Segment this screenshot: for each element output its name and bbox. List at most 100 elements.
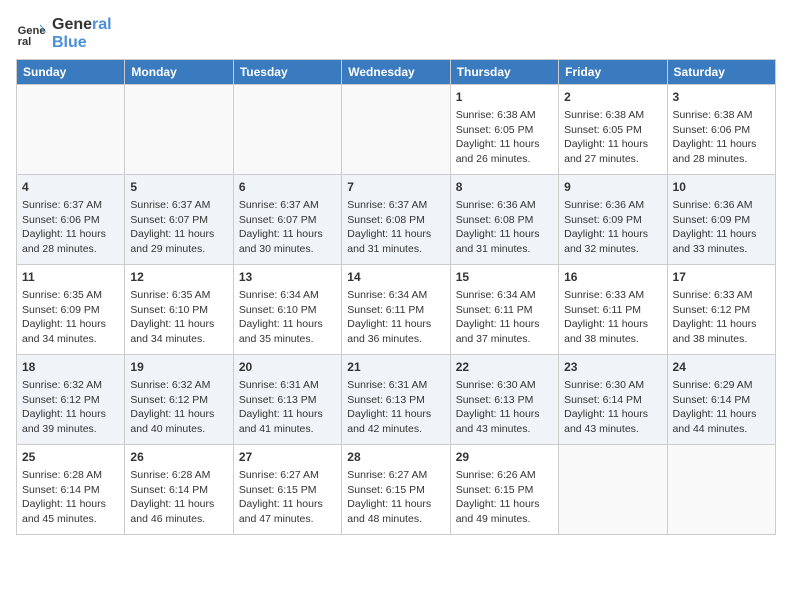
calendar-cell: 15Sunrise: 6:34 AM Sunset: 6:11 PM Dayli… [450, 265, 558, 355]
day-number: 10 [673, 179, 770, 196]
day-number: 17 [673, 269, 770, 286]
calendar-cell: 11Sunrise: 6:35 AM Sunset: 6:09 PM Dayli… [17, 265, 125, 355]
weekday-header: Monday [125, 60, 233, 85]
day-info: Sunrise: 6:36 AM Sunset: 6:08 PM Dayligh… [456, 198, 553, 257]
calendar-cell [342, 85, 450, 175]
calendar-cell: 6Sunrise: 6:37 AM Sunset: 6:07 PM Daylig… [233, 175, 341, 265]
calendar-body: 1 Sunrise: 6:38 AM Sunset: 6:05 PM Daylig… [17, 85, 776, 535]
calendar-cell: 17 Sunrise: 6:33 AM Sunset: 6:12 PM Dayli… [667, 265, 775, 355]
day-number: 28 [347, 449, 444, 466]
calendar-cell: 18 Sunrise: 6:32 AM Sunset: 6:12 PM Dayli… [17, 355, 125, 445]
day-number: 23 [564, 359, 661, 376]
calendar-cell [17, 85, 125, 175]
weekday-header: Tuesday [233, 60, 341, 85]
calendar-cell: 12 Sunrise: 6:35 AM Sunset: 6:10 PM Dayli… [125, 265, 233, 355]
day-info: Sunrise: 6:27 AM Sunset: 6:15 PM Dayligh… [239, 468, 336, 527]
day-number: 29 [456, 449, 553, 466]
day-number: 8 [456, 179, 553, 196]
day-info: Sunrise: 6:30 AM Sunset: 6:14 PM Dayligh… [564, 378, 661, 437]
day-info: Sunrise: 6:38 AM Sunset: 6:05 PM Dayligh… [564, 108, 661, 167]
logo-icon: Gene ral [16, 18, 48, 50]
day-info: Sunrise: 6:32 AM Sunset: 6:12 PM Dayligh… [22, 378, 119, 437]
day-info: Sunrise: 6:27 AM Sunset: 6:15 PM Dayligh… [347, 468, 444, 527]
day-number: 19 [130, 359, 227, 376]
calendar-cell [559, 445, 667, 535]
page-header: Gene ral General Blue [16, 16, 776, 51]
calendar-week-row: 1 Sunrise: 6:38 AM Sunset: 6:05 PM Daylig… [17, 85, 776, 175]
day-info: Sunrise: 6:37 AM Sunset: 6:07 PM Dayligh… [130, 198, 227, 257]
logo: Gene ral General Blue [16, 16, 112, 51]
day-info: Sunrise: 6:32 AM Sunset: 6:12 PM Dayligh… [130, 378, 227, 437]
day-number: 25 [22, 449, 119, 466]
day-info: Sunrise: 6:28 AM Sunset: 6:14 PM Dayligh… [22, 468, 119, 527]
calendar-week-row: 25 Sunrise: 6:28 AM Sunset: 6:14 PM Dayli… [17, 445, 776, 535]
day-number: 1 [456, 89, 553, 106]
day-number: 12 [130, 269, 227, 286]
day-number: 6 [239, 179, 336, 196]
calendar-cell [233, 85, 341, 175]
day-info: Sunrise: 6:38 AM Sunset: 6:06 PM Dayligh… [673, 108, 770, 167]
calendar-cell: 21 Sunrise: 6:31 AM Sunset: 6:13 PM Dayli… [342, 355, 450, 445]
day-info: Sunrise: 6:35 AM Sunset: 6:09 PM Dayligh… [22, 288, 119, 347]
calendar-cell: 27 Sunrise: 6:27 AM Sunset: 6:15 PM Dayli… [233, 445, 341, 535]
calendar-cell: 28 Sunrise: 6:27 AM Sunset: 6:15 PM Dayli… [342, 445, 450, 535]
day-number: 24 [673, 359, 770, 376]
day-info: Sunrise: 6:35 AM Sunset: 6:10 PM Dayligh… [130, 288, 227, 347]
calendar-cell: 20 Sunrise: 6:31 AM Sunset: 6:13 PM Dayli… [233, 355, 341, 445]
day-number: 21 [347, 359, 444, 376]
svg-text:ral: ral [18, 36, 32, 48]
calendar-cell: 10 Sunrise: 6:36 AM Sunset: 6:09 PM Dayli… [667, 175, 775, 265]
calendar-cell: 9 Sunrise: 6:36 AM Sunset: 6:09 PM Daylig… [559, 175, 667, 265]
day-number: 5 [130, 179, 227, 196]
calendar-header-row: SundayMondayTuesdayWednesdayThursdayFrid… [17, 60, 776, 85]
calendar-cell: 29 Sunrise: 6:26 AM Sunset: 6:15 PM Dayli… [450, 445, 558, 535]
calendar-cell: 14 Sunrise: 6:34 AM Sunset: 6:11 PM Dayli… [342, 265, 450, 355]
day-info: Sunrise: 6:33 AM Sunset: 6:12 PM Dayligh… [673, 288, 770, 347]
calendar-cell: 1Sunrise: 6:38 AM Sunset: 6:05 PM Daylig… [450, 85, 558, 175]
calendar-table: SundayMondayTuesdayWednesdayThursdayFrid… [16, 59, 776, 535]
calendar-cell [667, 445, 775, 535]
calendar-cell: 16Sunrise: 6:33 AM Sunset: 6:11 PM Dayli… [559, 265, 667, 355]
day-info: Sunrise: 6:29 AM Sunset: 6:14 PM Dayligh… [673, 378, 770, 437]
logo-text-line1: General [52, 16, 112, 34]
day-info: Sunrise: 6:31 AM Sunset: 6:13 PM Dayligh… [347, 378, 444, 437]
weekday-header: Saturday [667, 60, 775, 85]
calendar-week-row: 4Sunrise: 6:37 AM Sunset: 6:06 PM Daylig… [17, 175, 776, 265]
day-number: 3 [673, 89, 770, 106]
day-info: Sunrise: 6:28 AM Sunset: 6:14 PM Dayligh… [130, 468, 227, 527]
weekday-header: Sunday [17, 60, 125, 85]
calendar-cell: 5 Sunrise: 6:37 AM Sunset: 6:07 PM Daylig… [125, 175, 233, 265]
day-info: Sunrise: 6:26 AM Sunset: 6:15 PM Dayligh… [456, 468, 553, 527]
calendar-week-row: 18 Sunrise: 6:32 AM Sunset: 6:12 PM Dayli… [17, 355, 776, 445]
day-number: 14 [347, 269, 444, 286]
day-number: 13 [239, 269, 336, 286]
day-info: Sunrise: 6:30 AM Sunset: 6:13 PM Dayligh… [456, 378, 553, 437]
day-number: 20 [239, 359, 336, 376]
calendar-cell: 24 Sunrise: 6:29 AM Sunset: 6:14 PM Dayli… [667, 355, 775, 445]
day-number: 9 [564, 179, 661, 196]
day-info: Sunrise: 6:34 AM Sunset: 6:11 PM Dayligh… [347, 288, 444, 347]
day-number: 16 [564, 269, 661, 286]
calendar-cell [125, 85, 233, 175]
day-info: Sunrise: 6:31 AM Sunset: 6:13 PM Dayligh… [239, 378, 336, 437]
day-info: Sunrise: 6:36 AM Sunset: 6:09 PM Dayligh… [673, 198, 770, 257]
calendar-cell: 8 Sunrise: 6:36 AM Sunset: 6:08 PM Daylig… [450, 175, 558, 265]
day-number: 7 [347, 179, 444, 196]
calendar-cell: 23 Sunrise: 6:30 AM Sunset: 6:14 PM Dayli… [559, 355, 667, 445]
day-info: Sunrise: 6:34 AM Sunset: 6:11 PM Dayligh… [456, 288, 553, 347]
weekday-header: Thursday [450, 60, 558, 85]
day-number: 2 [564, 89, 661, 106]
calendar-cell: 3 Sunrise: 6:38 AM Sunset: 6:06 PM Daylig… [667, 85, 775, 175]
calendar-week-row: 11Sunrise: 6:35 AM Sunset: 6:09 PM Dayli… [17, 265, 776, 355]
calendar-cell: 19 Sunrise: 6:32 AM Sunset: 6:12 PM Dayli… [125, 355, 233, 445]
calendar-cell: 4Sunrise: 6:37 AM Sunset: 6:06 PM Daylig… [17, 175, 125, 265]
day-info: Sunrise: 6:37 AM Sunset: 6:08 PM Dayligh… [347, 198, 444, 257]
calendar-cell: 25 Sunrise: 6:28 AM Sunset: 6:14 PM Dayli… [17, 445, 125, 535]
day-number: 26 [130, 449, 227, 466]
day-number: 18 [22, 359, 119, 376]
weekday-header: Friday [559, 60, 667, 85]
day-info: Sunrise: 6:36 AM Sunset: 6:09 PM Dayligh… [564, 198, 661, 257]
calendar-cell: 2 Sunrise: 6:38 AM Sunset: 6:05 PM Daylig… [559, 85, 667, 175]
day-number: 27 [239, 449, 336, 466]
day-info: Sunrise: 6:37 AM Sunset: 6:06 PM Dayligh… [22, 198, 119, 257]
